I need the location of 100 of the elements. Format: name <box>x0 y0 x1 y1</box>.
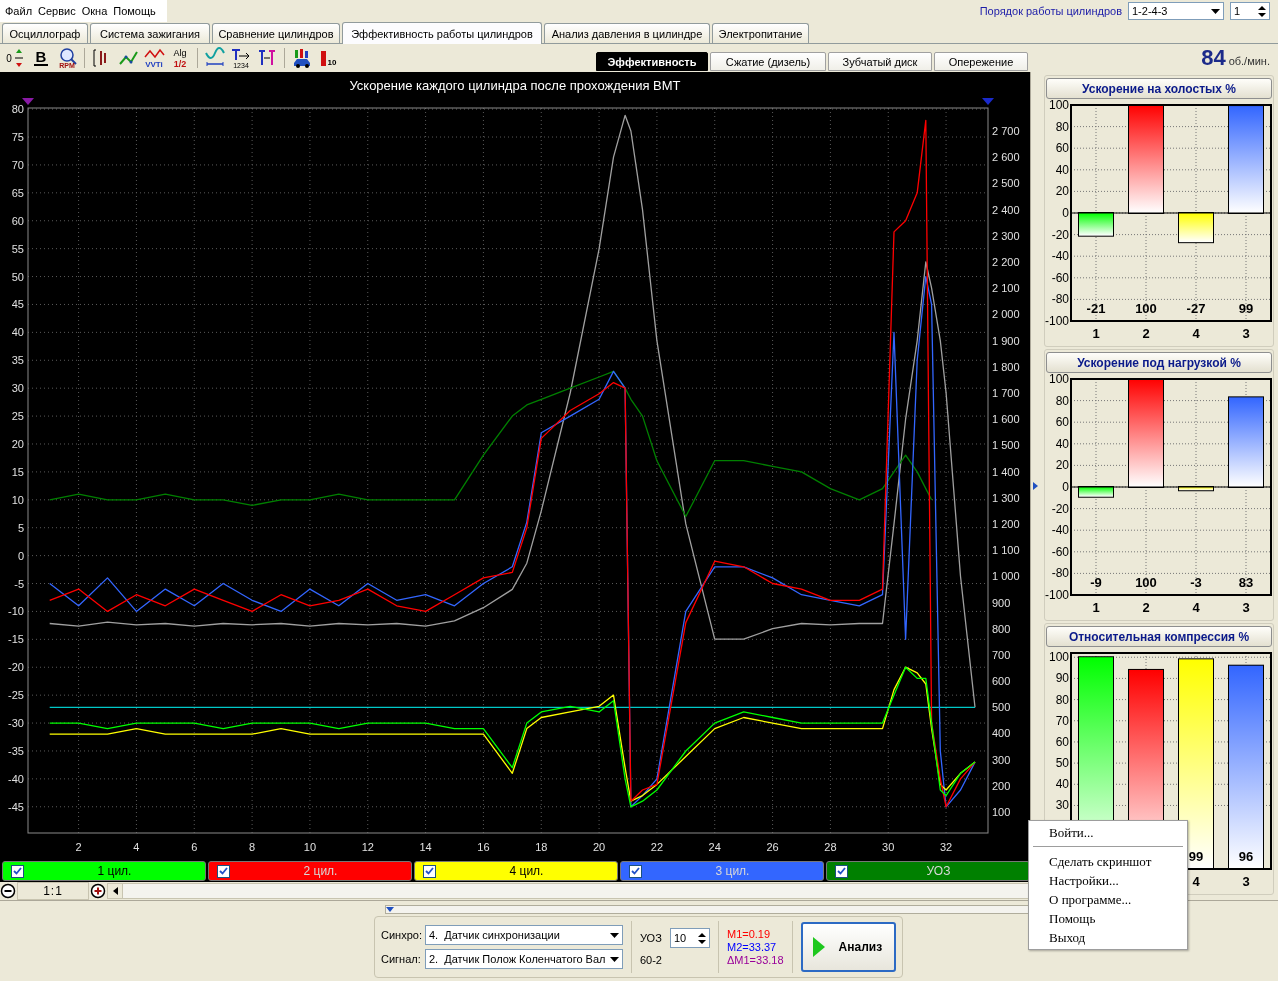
spin-arrows-icon[interactable] <box>698 931 706 945</box>
cursor-marker-icon[interactable] <box>22 98 34 105</box>
field-label: Сигнал: <box>381 953 422 965</box>
tab[interactable]: Анализ давления в цилиндре <box>544 23 710 43</box>
axis-label: 4 <box>1192 326 1200 341</box>
axis-label: -35 <box>8 744 24 757</box>
axis-label: -5 <box>14 577 24 590</box>
zoom-out-icon[interactable] <box>0 883 16 899</box>
car-chart-icon[interactable] <box>291 47 313 69</box>
axis-label: 65 <box>11 186 24 199</box>
axis-label: 50 <box>1055 756 1069 771</box>
legend-label: 3 цил. <box>714 864 751 878</box>
axis-label: 12 <box>361 841 374 853</box>
axis-label: 60 <box>1055 415 1069 430</box>
axis-label: 2 400 <box>992 203 1020 216</box>
fraction-icon[interactable]: Alg 1/2 <box>169 47 191 69</box>
menu-item[interactable]: Файл <box>2 5 36 17</box>
legend-toggle[interactable]: УОЗ <box>826 861 1030 881</box>
axis-label: 800 <box>992 622 1011 635</box>
tab[interactable]: Опережение <box>934 52 1028 71</box>
menu-item[interactable]: Сделать скриншот <box>1029 852 1187 871</box>
axis-label: 26 <box>766 841 779 853</box>
tab[interactable]: Зубчатый диск <box>828 52 932 71</box>
axis-label: 0 <box>17 549 24 562</box>
checkbox[interactable] <box>423 864 436 878</box>
bar-value-label: -9 <box>1090 575 1102 590</box>
marker-reading: M1=0.19 <box>726 928 772 940</box>
legend-toggle[interactable]: 4 цил. <box>414 861 618 881</box>
splitter-arrow-icon[interactable] <box>1033 482 1038 490</box>
menu-item[interactable]: Помощь <box>1029 909 1187 928</box>
axis-label: -100 <box>1044 588 1069 602</box>
checkbox[interactable] <box>217 864 230 878</box>
check-icon <box>837 867 846 875</box>
menu-item[interactable]: Войти... <box>1029 823 1187 842</box>
axis-label: 700 <box>992 648 1011 661</box>
checkbox[interactable] <box>629 864 642 878</box>
axis-label: 60 <box>1055 141 1069 156</box>
tab[interactable]: Эффективность работы цилиндров <box>342 22 542 44</box>
uoz-spinner[interactable]: 10 <box>670 928 710 948</box>
legend-label: УОЗ <box>925 864 952 878</box>
axis-label: 100 <box>992 806 1011 819</box>
firing-order-dropdown[interactable]: 1-2-4-3 <box>1128 2 1224 20</box>
axis-label: 40 <box>1055 162 1069 177</box>
axis-label: 2 500 <box>992 177 1020 190</box>
checkbox[interactable] <box>11 864 24 878</box>
axis-label: 100 <box>1048 373 1069 386</box>
axis-label: 2 <box>1142 326 1150 341</box>
axis-label: 30 <box>11 382 24 395</box>
legend-toggle[interactable]: 1 цил. <box>2 861 206 881</box>
menu-item[interactable]: Окна <box>78 5 111 17</box>
scroll-left-icon[interactable] <box>112 887 118 895</box>
axis-label: -40 <box>1051 523 1069 538</box>
bar <box>1179 487 1213 491</box>
cylinder-spinner[interactable]: 1 <box>1230 2 1270 20</box>
tab[interactable]: Осциллограф <box>2 23 88 43</box>
tab[interactable]: Электропитание <box>712 23 809 43</box>
rpm-value: 84 <box>1201 45 1226 71</box>
field-label: Синхро: <box>381 929 422 941</box>
axis-label: 2 200 <box>992 256 1020 268</box>
chart-title: Ускорение под нагрузкой % <box>1046 352 1272 373</box>
menu-item[interactable]: Помощь <box>110 5 159 17</box>
tab[interactable]: Сжатие (дизель) <box>710 52 826 71</box>
cursor-marker-icon[interactable] <box>982 98 994 105</box>
axis-label: 20 <box>1055 184 1069 199</box>
checkbox[interactable] <box>835 864 848 878</box>
collapse-icon[interactable] <box>386 907 394 912</box>
bar-value-label: 99 <box>1188 849 1204 864</box>
legend-label: 2 цил. <box>302 864 339 878</box>
axis-label: -60 <box>1051 544 1069 559</box>
axis-label: 1 700 <box>992 386 1020 399</box>
menu-item[interactable]: Настройки... <box>1029 871 1187 890</box>
axis-label: 1 100 <box>992 544 1020 557</box>
tab[interactable]: Эффективность <box>596 52 708 71</box>
signal-dropdown[interactable]: 2. Датчик Полож Коленчатого Вал <box>424 949 623 969</box>
axis-label: 1 800 <box>992 360 1020 373</box>
tab[interactable]: Сравнение цилиндров <box>212 23 340 43</box>
spin-arrows-icon[interactable] <box>1258 4 1266 18</box>
scrollbar[interactable] <box>107 883 1030 899</box>
chart-title: Ускорение каждого цилиндра после прохождения ВМТ <box>349 78 681 93</box>
chart-title: Относительная компрессия % <box>1046 626 1272 647</box>
axis-label: 40 <box>1055 436 1069 451</box>
axis-label: -20 <box>8 661 24 674</box>
zoom-in-icon[interactable] <box>90 883 106 899</box>
sync-dropdown[interactable]: 4. Датчик синхронизации <box>424 925 623 945</box>
bar <box>1079 487 1113 497</box>
axis-label: 300 <box>992 753 1011 766</box>
tab[interactable]: Система зажигания <box>90 23 210 43</box>
menu-item[interactable]: О программе... <box>1029 890 1187 909</box>
menu-item[interactable]: Выход <box>1029 928 1187 947</box>
axis-label: 20 <box>1055 458 1069 473</box>
wave-icon[interactable] <box>204 47 226 69</box>
menu-item[interactable]: Сервис <box>35 5 79 17</box>
axis-label: 80 <box>1055 393 1069 408</box>
analyze-button[interactable]: Анализ <box>800 922 896 972</box>
axis-label: -20 <box>1051 501 1069 516</box>
axis-label: 10 <box>11 493 24 506</box>
caret-icon <box>609 956 619 962</box>
axis-label: 1 500 <box>992 439 1020 452</box>
axis-label: 70 <box>11 158 24 171</box>
axis-label: 0 <box>1062 206 1069 220</box>
